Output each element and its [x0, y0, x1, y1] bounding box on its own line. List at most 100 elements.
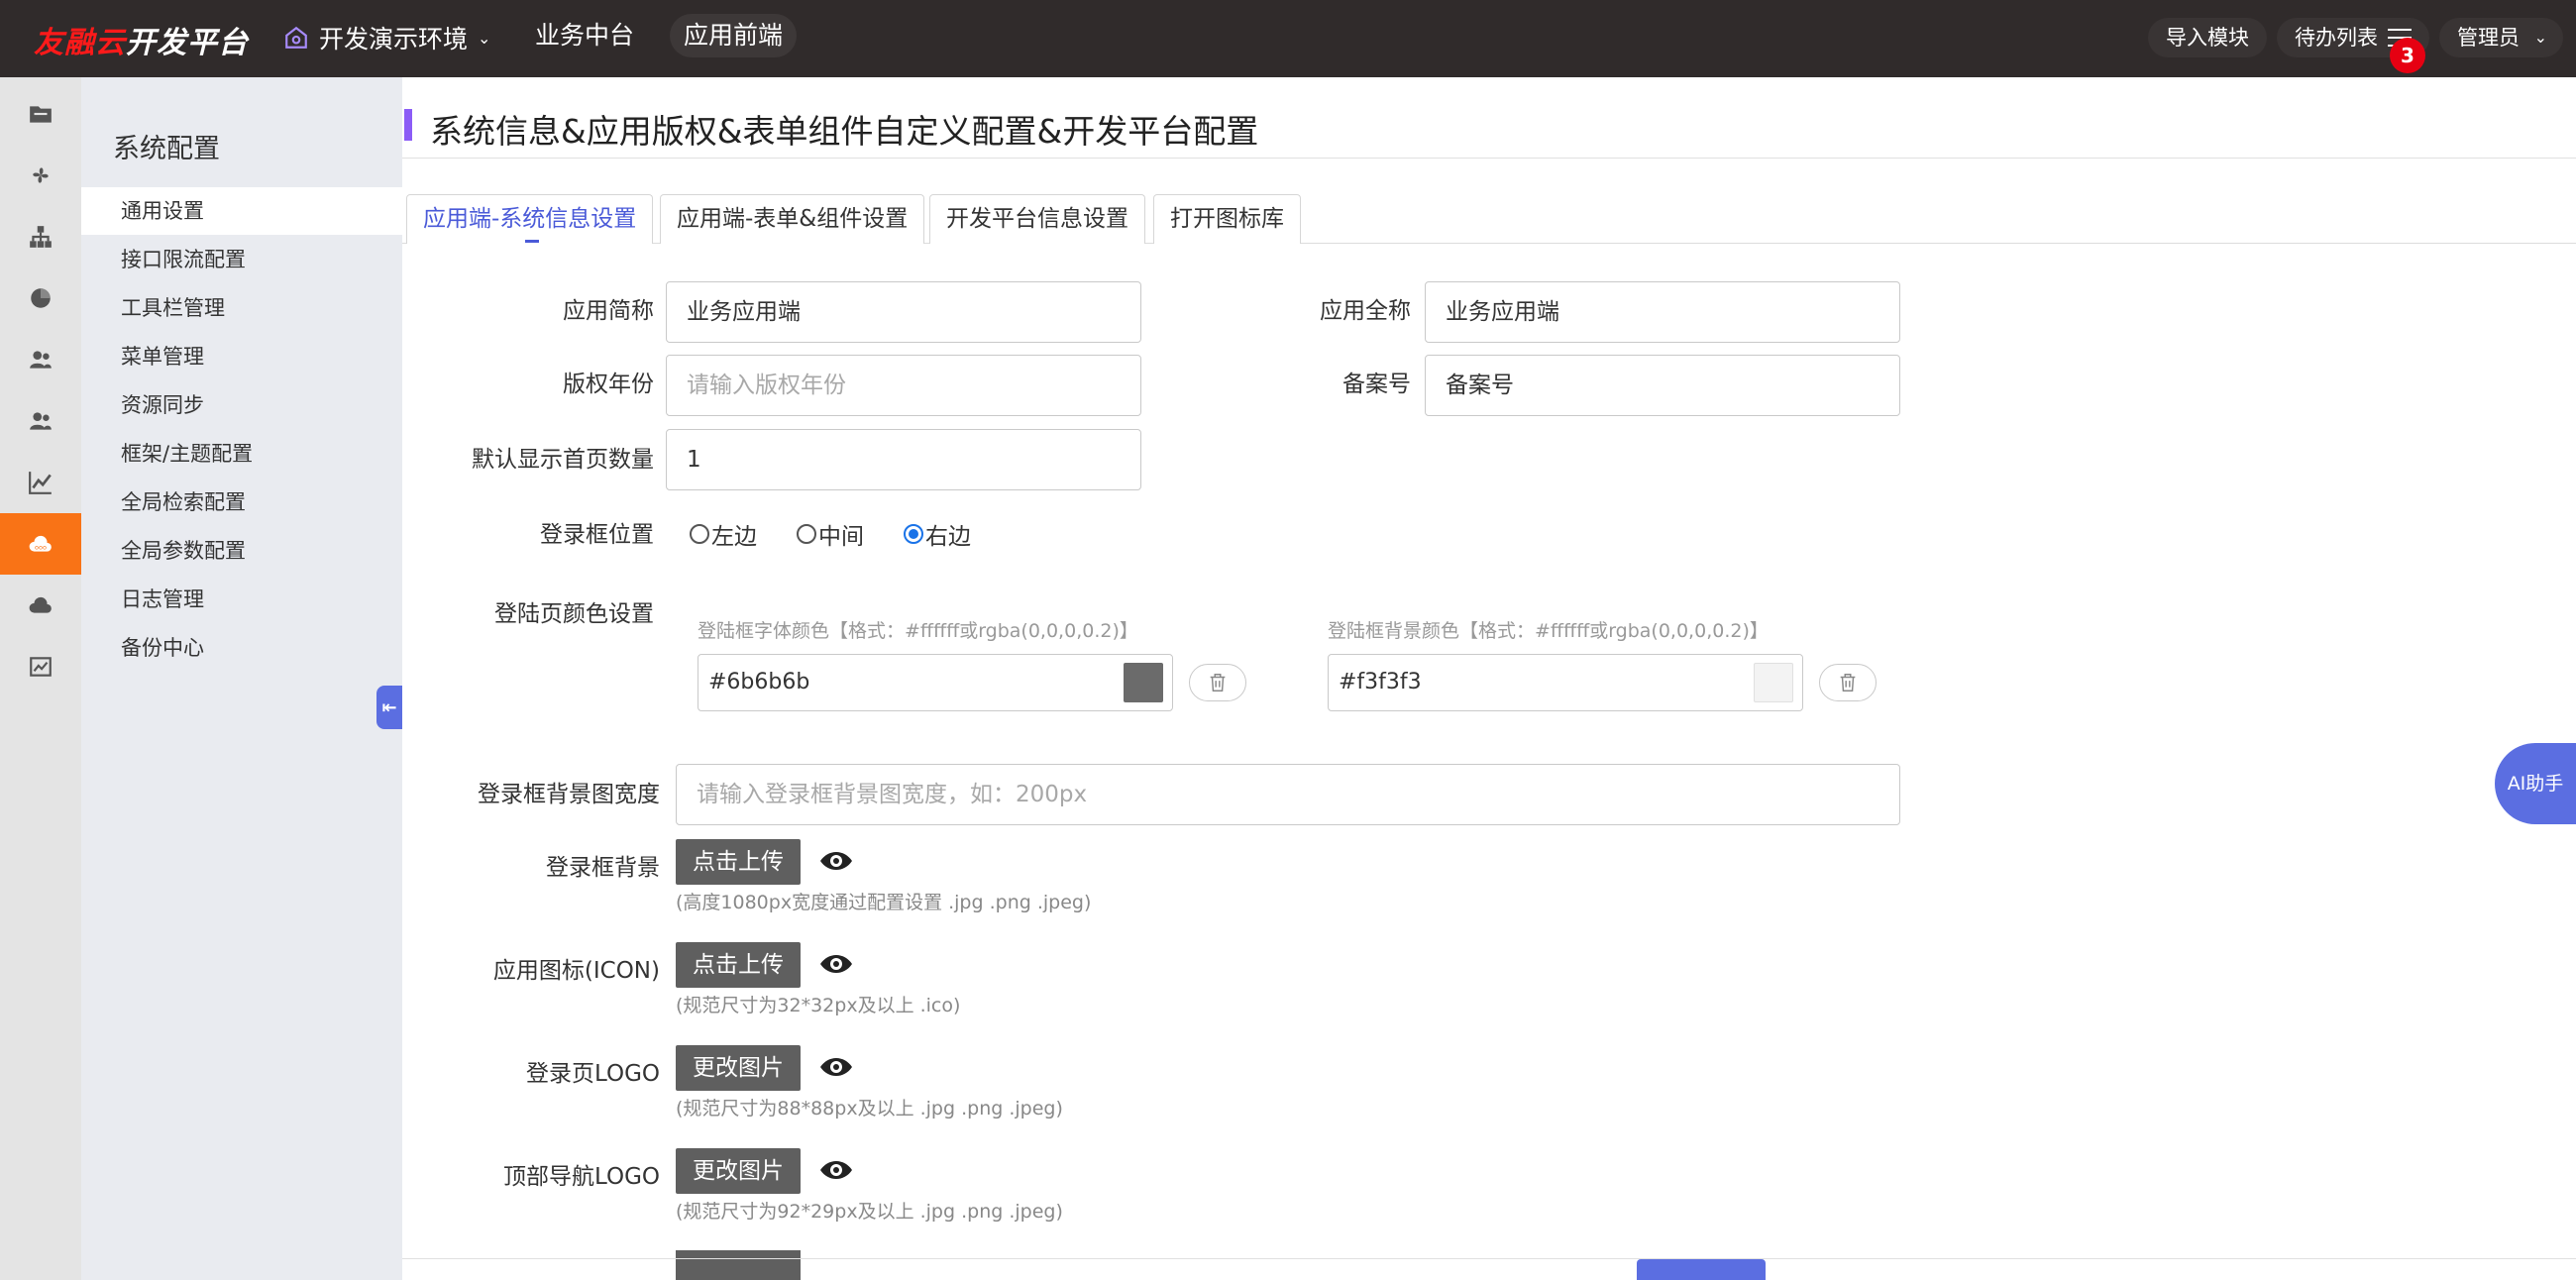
- submenu-item-resource-sync[interactable]: 资源同步: [81, 381, 402, 429]
- logo-brand: 友融云: [34, 26, 126, 60]
- nav-business-center[interactable]: 业务中台: [521, 14, 648, 57]
- user-name: 管理员: [2457, 26, 2520, 50]
- eye-icon[interactable]: [818, 1055, 854, 1079]
- radio-right[interactable]: 右边: [904, 517, 971, 551]
- rail-item-stats[interactable]: [0, 452, 81, 513]
- tab-form-components[interactable]: 应用端-表单&组件设置: [660, 194, 925, 244]
- page-title: 系统信息&应用版权&表单组件自定义配置&开发平台配置: [430, 112, 1259, 151]
- clear-font-color-button[interactable]: [1189, 664, 1246, 701]
- eye-icon[interactable]: [818, 849, 854, 873]
- eye-icon[interactable]: [818, 1158, 854, 1182]
- import-module-button[interactable]: 导入模块: [2148, 18, 2267, 57]
- bg-color-input[interactable]: #f3f3f3: [1328, 654, 1803, 711]
- rail-item-system[interactable]: ooo: [0, 513, 81, 575]
- env-switcher[interactable]: 开发演示环境 ⌄: [283, 20, 490, 55]
- save-button-partial[interactable]: [1637, 1259, 1766, 1280]
- nav-logo-change-button[interactable]: 更改图片: [676, 1148, 801, 1194]
- rail-item-org[interactable]: [0, 206, 81, 267]
- home-count-label: 默认显示首页数量: [472, 447, 654, 473]
- trash-icon: [1210, 674, 1226, 692]
- home-count-input[interactable]: 1: [666, 429, 1141, 490]
- radio-right-label: 右边: [925, 524, 971, 550]
- line-chart-icon: [29, 472, 52, 494]
- login-logo-label: 登录页LOGO: [525, 1061, 660, 1087]
- page-header: 系统信息&应用版权&表单组件自定义配置&开发平台配置: [402, 77, 2576, 159]
- eye-icon[interactable]: [818, 952, 854, 976]
- next-upload-button-partial[interactable]: [676, 1250, 801, 1280]
- ai-assistant-button[interactable]: AI助手: [2495, 743, 2576, 824]
- app-logo[interactable]: 友融云开发平台: [34, 18, 249, 61]
- record-number-label: 备案号: [1342, 372, 1411, 397]
- bg-color-hint: 登陆框背景颜色【格式：#ffffff或rgba(0,0,0,0.2)】: [1328, 620, 1769, 642]
- rail-item-cloud[interactable]: [0, 575, 81, 636]
- login-bg-upload-button[interactable]: 点击上传: [676, 839, 801, 885]
- font-color-input[interactable]: #6b6b6b: [698, 654, 1173, 711]
- app-short-input[interactable]: 业务应用端: [666, 281, 1141, 343]
- tab-bar: 应用端-系统信息设置 应用端-表单&组件设置 开发平台信息设置 打开图标库: [402, 194, 2576, 244]
- rail-item-pie[interactable]: [0, 267, 81, 329]
- pie-chart-icon: [31, 288, 51, 308]
- radio-left[interactable]: 左边: [690, 517, 757, 551]
- user-group-icon: [30, 412, 52, 430]
- tab-system-info[interactable]: 应用端-系统信息设置: [406, 194, 654, 244]
- org-chart-icon: [30, 226, 52, 248]
- login-color-label: 登陆页颜色设置: [494, 601, 654, 627]
- trash-icon: [1840, 674, 1856, 692]
- login-bg-help: (高度1080px宽度通过配置设置 .jpg .png .jpeg): [676, 892, 1092, 913]
- cloud-icon: ooo: [29, 535, 52, 552]
- rail-item-members[interactable]: [0, 390, 81, 452]
- submenu-item-search[interactable]: 全局检索配置: [81, 479, 402, 526]
- app-icon-upload-button[interactable]: 点击上传: [676, 942, 801, 988]
- title-accent-bar: [404, 109, 412, 141]
- nav-app-frontend[interactable]: 应用前端: [670, 14, 798, 57]
- env-label: 开发演示环境: [319, 25, 469, 53]
- rail-item-files[interactable]: [0, 83, 81, 145]
- copyright-year-input[interactable]: 请输入版权年份: [666, 355, 1141, 416]
- app-full-label: 应用全称: [1320, 298, 1411, 324]
- submenu-item-params[interactable]: 全局参数配置: [81, 527, 402, 575]
- chevron-down-icon: ⌄: [2533, 28, 2547, 47]
- radio-center-label: 中间: [818, 524, 864, 550]
- submenu-item-toolbar[interactable]: 工具栏管理: [81, 284, 402, 332]
- submenu-item-backup[interactable]: 备份中心: [81, 624, 402, 672]
- collapse-sidebar-button[interactable]: ⇤: [376, 686, 402, 729]
- active-tab-indicator: [525, 240, 539, 243]
- rail-item-report[interactable]: [0, 636, 81, 697]
- login-position-radio-group: 左边 中间 右边: [690, 517, 1011, 551]
- user-menu[interactable]: 管理员 ⌄: [2439, 18, 2563, 57]
- radio-dot: [690, 524, 709, 544]
- login-logo-help: (规范尺寸为88*88px及以上 .jpg .png .jpeg): [676, 1098, 1063, 1120]
- submenu-item-logs[interactable]: 日志管理: [81, 576, 402, 623]
- submenu-item-general[interactable]: 通用设置: [81, 187, 402, 235]
- bg-width-input[interactable]: 请输入登录框背景图宽度，如：200px: [676, 764, 1900, 825]
- nav-logo-help: (规范尺寸为92*29px及以上 .jpg .png .jpeg): [676, 1201, 1063, 1223]
- bg-color-swatch[interactable]: [1754, 663, 1793, 702]
- login-position-label: 登录框位置: [540, 522, 654, 548]
- app-full-input[interactable]: 业务应用端: [1425, 281, 1900, 343]
- tab-icon-library[interactable]: 打开图标库: [1153, 194, 1301, 244]
- app-icon-help: (规范尺寸为32*32px及以上 .ico): [676, 995, 961, 1016]
- chevron-down-icon: ⌄: [478, 28, 491, 48]
- submenu-item-theme[interactable]: 框架/主题配置: [81, 430, 402, 478]
- record-number-input[interactable]: 备案号: [1425, 355, 1900, 416]
- radio-dot: [797, 524, 816, 544]
- collapse-icon: ⇤: [381, 696, 397, 718]
- login-logo-change-button[interactable]: 更改图片: [676, 1045, 801, 1091]
- rail-item-fan[interactable]: [0, 145, 81, 206]
- main-content: 系统信息&应用版权&表单组件自定义配置&开发平台配置 应用端-系统信息设置 应用…: [402, 77, 2576, 1280]
- svg-text:ooo: ooo: [35, 543, 47, 551]
- radio-center[interactable]: 中间: [797, 517, 864, 551]
- submenu-item-menu[interactable]: 菜单管理: [81, 333, 402, 380]
- home-settings-icon: [285, 26, 307, 49]
- submenu-item-rate-limit[interactable]: 接口限流配置: [81, 236, 402, 283]
- clear-bg-color-button[interactable]: [1819, 664, 1877, 701]
- logo-platform: 开发平台: [126, 26, 249, 60]
- copyright-year-label: 版权年份: [563, 372, 654, 397]
- login-bg-label: 登录框背景: [546, 855, 660, 881]
- tab-dev-platform[interactable]: 开发平台信息设置: [929, 194, 1145, 244]
- font-color-swatch[interactable]: [1124, 663, 1163, 702]
- submenu-title: 系统配置: [113, 134, 220, 164]
- cloud-icon: [29, 596, 52, 613]
- icon-rail: ooo: [0, 77, 81, 1280]
- rail-item-users[interactable]: [0, 329, 81, 390]
